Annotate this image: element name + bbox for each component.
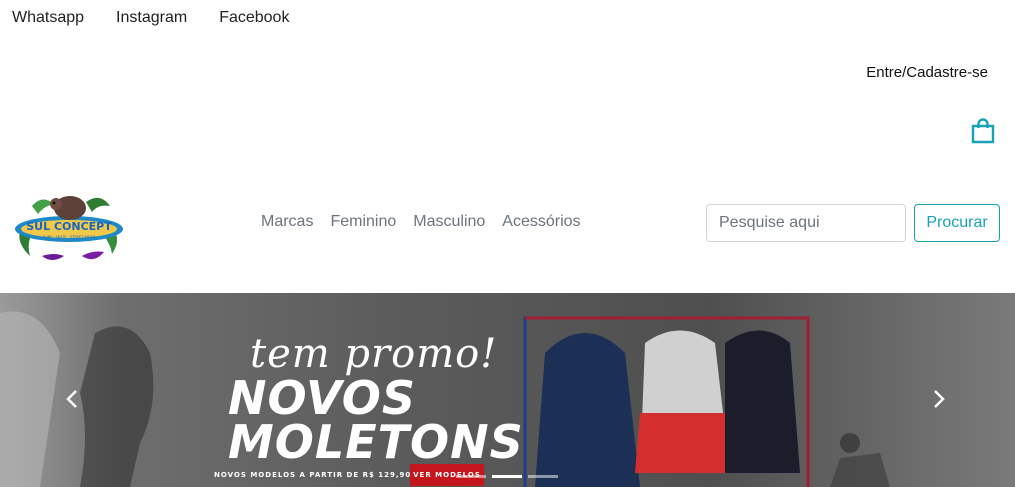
chevron-right-icon [934, 390, 945, 408]
promo-carousel: tem promo! NOVOS MOLETONS NOVOS MODELOS … [0, 293, 1015, 487]
social-links: Whatsapp Instagram Facebook [12, 9, 289, 27]
carousel-prev-button[interactable] [60, 387, 84, 411]
logo-text: SUL CONCEPT [26, 220, 112, 233]
navy-hoodie-image [535, 333, 640, 487]
login-register-link[interactable]: Entre/Cadastre-se [866, 64, 988, 81]
nav-item-masculino[interactable]: Masculino [413, 213, 485, 231]
black-hoodie-image [725, 330, 800, 473]
carousel-indicator[interactable] [528, 475, 558, 478]
promo-headline-2: MOLETONS [228, 415, 524, 469]
sul-concept-logo[interactable]: SUL CONCEPT SURF · SKATE · STREET WEAR [12, 186, 126, 264]
instagram-link[interactable]: Instagram [116, 9, 187, 27]
whatsapp-link[interactable]: Whatsapp [12, 9, 84, 27]
chevron-left-icon [66, 390, 77, 408]
nav-item-feminino[interactable]: Feminino [330, 213, 396, 231]
carousel-indicator[interactable] [456, 475, 486, 478]
nav-item-acessorios[interactable]: Acessórios [502, 213, 580, 231]
logo-tagline: SURF · SKATE · STREET WEAR [43, 235, 95, 239]
logo-sloth [50, 196, 86, 220]
nav-item-marcas[interactable]: Marcas [261, 213, 313, 231]
main-nav: Marcas Feminino Masculino Acessórios [261, 213, 581, 231]
search-input[interactable] [706, 204, 906, 242]
carousel-indicator-active[interactable] [492, 475, 522, 478]
carousel-next-button[interactable] [927, 387, 951, 411]
shopping-bag-icon[interactable] [970, 118, 996, 144]
search-button[interactable]: Procurar [914, 204, 1000, 242]
promo-subtext: NOVOS MODELOS A PARTIR DE R$ 129,90 [214, 471, 412, 479]
carousel-indicators [456, 475, 558, 478]
facebook-link[interactable]: Facebook [219, 9, 289, 27]
